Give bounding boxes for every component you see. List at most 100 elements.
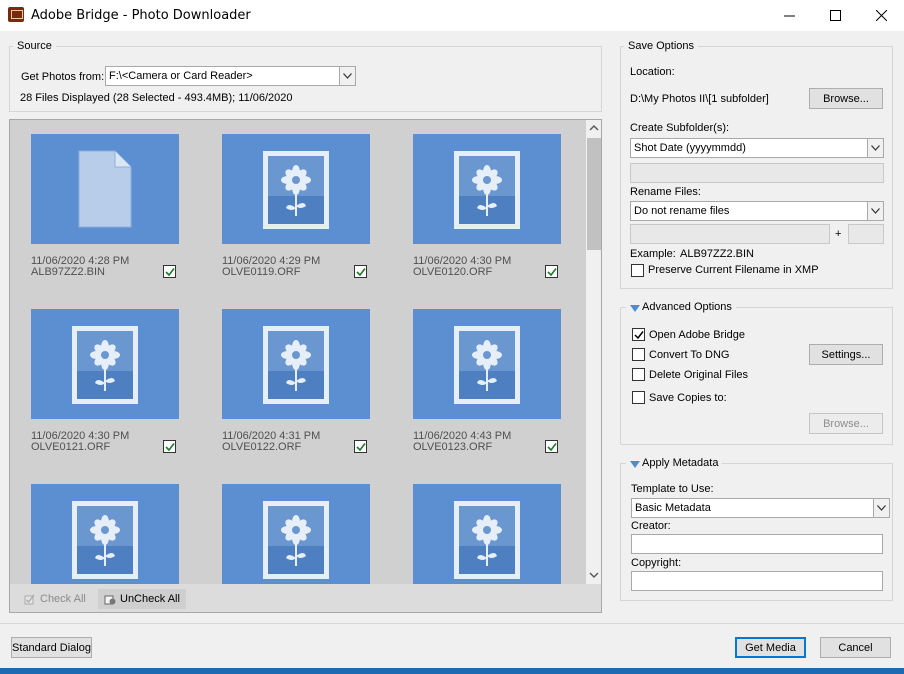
copyright-field[interactable] — [631, 571, 883, 591]
maximize-button[interactable] — [812, 0, 858, 31]
window-title: Adobe Bridge - Photo Downloader — [31, 8, 251, 23]
rename-files-value: Do not rename files — [634, 205, 730, 217]
thumbnail-meta: 11/06/2020 4:43 PM OLVE0123.ORF — [413, 431, 511, 453]
delete-originals-checkbox[interactable] — [632, 368, 645, 381]
rename-number-field — [848, 224, 884, 244]
template-select[interactable]: Basic Metadata — [631, 498, 890, 518]
thumbnail-image[interactable] — [31, 134, 179, 244]
thumbnail-image[interactable] — [31, 309, 179, 419]
location-value: D:\My Photos II\[1 subfolder] — [630, 93, 769, 105]
scrollbar-thumb[interactable] — [587, 138, 601, 250]
rename-plus-label: + — [835, 228, 842, 240]
create-subfolders-select[interactable]: Shot Date (yyyymmdd) — [630, 138, 884, 158]
uncheck-all-button[interactable]: UnCheck All — [98, 589, 186, 609]
check-all-button[interactable]: Check All — [24, 589, 86, 609]
template-label: Template to Use: — [631, 483, 714, 495]
photo-placeholder-icon — [454, 151, 520, 229]
thumbnail-image[interactable] — [413, 484, 561, 594]
subfolder-custom-field — [630, 163, 884, 183]
window-bottom-edge — [0, 668, 904, 674]
vertical-scrollbar[interactable] — [586, 120, 601, 584]
thumbnail-checkbox[interactable] — [163, 440, 176, 453]
collapse-triangle-icon[interactable] — [630, 461, 640, 469]
open-bridge-checkbox[interactable] — [632, 328, 645, 341]
preserve-filename-label: Preserve Current Filename in XMP — [648, 264, 819, 276]
standard-dialog-button[interactable]: Standard Dialog — [11, 637, 92, 658]
chevron-down-icon — [339, 67, 355, 85]
save-copies-checkbox[interactable] — [632, 391, 645, 404]
adobe-bridge-app-icon — [8, 7, 24, 22]
example-label: Example: — [630, 248, 676, 260]
apply-metadata-title: Apply Metadata — [626, 457, 723, 469]
creator-field[interactable] — [631, 534, 883, 554]
photo-placeholder-icon — [263, 326, 329, 404]
grid-button-bar: Check All UnCheck All — [10, 584, 601, 612]
thumbnail-meta: 11/06/2020 4:28 PM ALB97ZZ2.BIN — [31, 256, 129, 278]
copyright-label: Copyright: — [631, 557, 682, 569]
save-copies-label: Save Copies to: — [649, 392, 727, 404]
thumbnail-checkbox[interactable] — [354, 265, 367, 278]
location-label: Location: — [630, 66, 675, 78]
rename-text-field — [630, 224, 830, 244]
open-bridge-label: Open Adobe Bridge — [649, 329, 746, 341]
dng-settings-button[interactable]: Settings... — [809, 344, 883, 365]
photo-placeholder-icon — [263, 151, 329, 229]
example-value: ALB97ZZ2.BIN — [680, 248, 754, 260]
advanced-options-title: Advanced Options — [626, 301, 736, 313]
thumbnail-filename: OLVE0120.ORF — [413, 266, 493, 278]
thumbnail-checkbox[interactable] — [163, 265, 176, 278]
photo-placeholder-icon — [263, 501, 329, 579]
cancel-button[interactable]: Cancel — [820, 637, 891, 658]
delete-originals-label: Delete Original Files — [649, 369, 749, 381]
thumbnail-image[interactable] — [222, 309, 370, 419]
get-photos-value: F:\<Camera or Card Reader> — [109, 70, 253, 82]
scroll-down-icon[interactable] — [589, 572, 599, 579]
rename-files-select[interactable]: Do not rename files — [630, 201, 884, 221]
source-group-title: Source — [13, 40, 56, 52]
get-photos-select[interactable]: F:\<Camera or Card Reader> — [105, 66, 356, 86]
source-status: 28 Files Displayed (28 Selected - 493.4M… — [20, 92, 293, 104]
thumbnail-filename: OLVE0123.ORF — [413, 441, 493, 453]
convert-dng-checkbox[interactable] — [632, 348, 645, 361]
close-button[interactable] — [858, 0, 904, 31]
get-photos-label: Get Photos from: — [21, 71, 105, 83]
chevron-down-icon — [867, 202, 883, 220]
get-media-button[interactable]: Get Media — [735, 637, 806, 658]
minimize-button[interactable] — [766, 0, 812, 31]
creator-label: Creator: — [631, 520, 671, 532]
thumbnail-meta: 11/06/2020 4:30 PM OLVE0121.ORF — [31, 431, 129, 453]
collapse-triangle-icon[interactable] — [630, 305, 640, 313]
uncheck-all-icon — [104, 595, 116, 605]
photo-placeholder-icon — [72, 501, 138, 579]
rename-files-label: Rename Files: — [630, 186, 701, 198]
thumbnail-meta: 11/06/2020 4:30 PM OLVE0120.ORF — [413, 256, 511, 278]
thumbnail-checkbox[interactable] — [354, 440, 367, 453]
location-browse-button[interactable]: Browse... — [809, 88, 883, 109]
photo-placeholder-icon — [454, 501, 520, 579]
thumbnail-image[interactable] — [222, 484, 370, 594]
check-all-icon — [24, 594, 35, 605]
thumbnail-image[interactable] — [413, 134, 561, 244]
thumbnail-image[interactable] — [31, 484, 179, 594]
check-all-label: Check All — [40, 593, 86, 605]
thumbnail-checkbox[interactable] — [545, 265, 558, 278]
thumbnail-filename: OLVE0121.ORF — [31, 441, 111, 453]
preserve-filename-checkbox[interactable] — [631, 264, 644, 277]
photo-placeholder-icon — [454, 326, 520, 404]
thumbnail-checkbox[interactable] — [545, 440, 558, 453]
scroll-up-icon[interactable] — [589, 124, 599, 131]
close-icon — [875, 10, 887, 21]
create-subfolders-value: Shot Date (yyyymmdd) — [634, 142, 746, 154]
minimize-icon — [783, 15, 795, 17]
thumbnail-grid[interactable]: 11/06/2020 4:28 PM ALB97ZZ2.BIN 11/06/2020… — [9, 119, 602, 613]
footer-separator — [0, 623, 904, 624]
template-value: Basic Metadata — [635, 502, 711, 514]
thumbnail-image[interactable] — [413, 309, 561, 419]
thumbnail-filename: ALB97ZZ2.BIN — [31, 266, 105, 278]
save-copies-browse-button[interactable]: Browse... — [809, 413, 883, 434]
save-options-title: Save Options — [624, 40, 699, 52]
document-file-icon — [78, 150, 132, 228]
thumbnail-image[interactable] — [222, 134, 370, 244]
thumbnail-filename: OLVE0122.ORF — [222, 441, 302, 453]
photo-placeholder-icon — [72, 326, 138, 404]
